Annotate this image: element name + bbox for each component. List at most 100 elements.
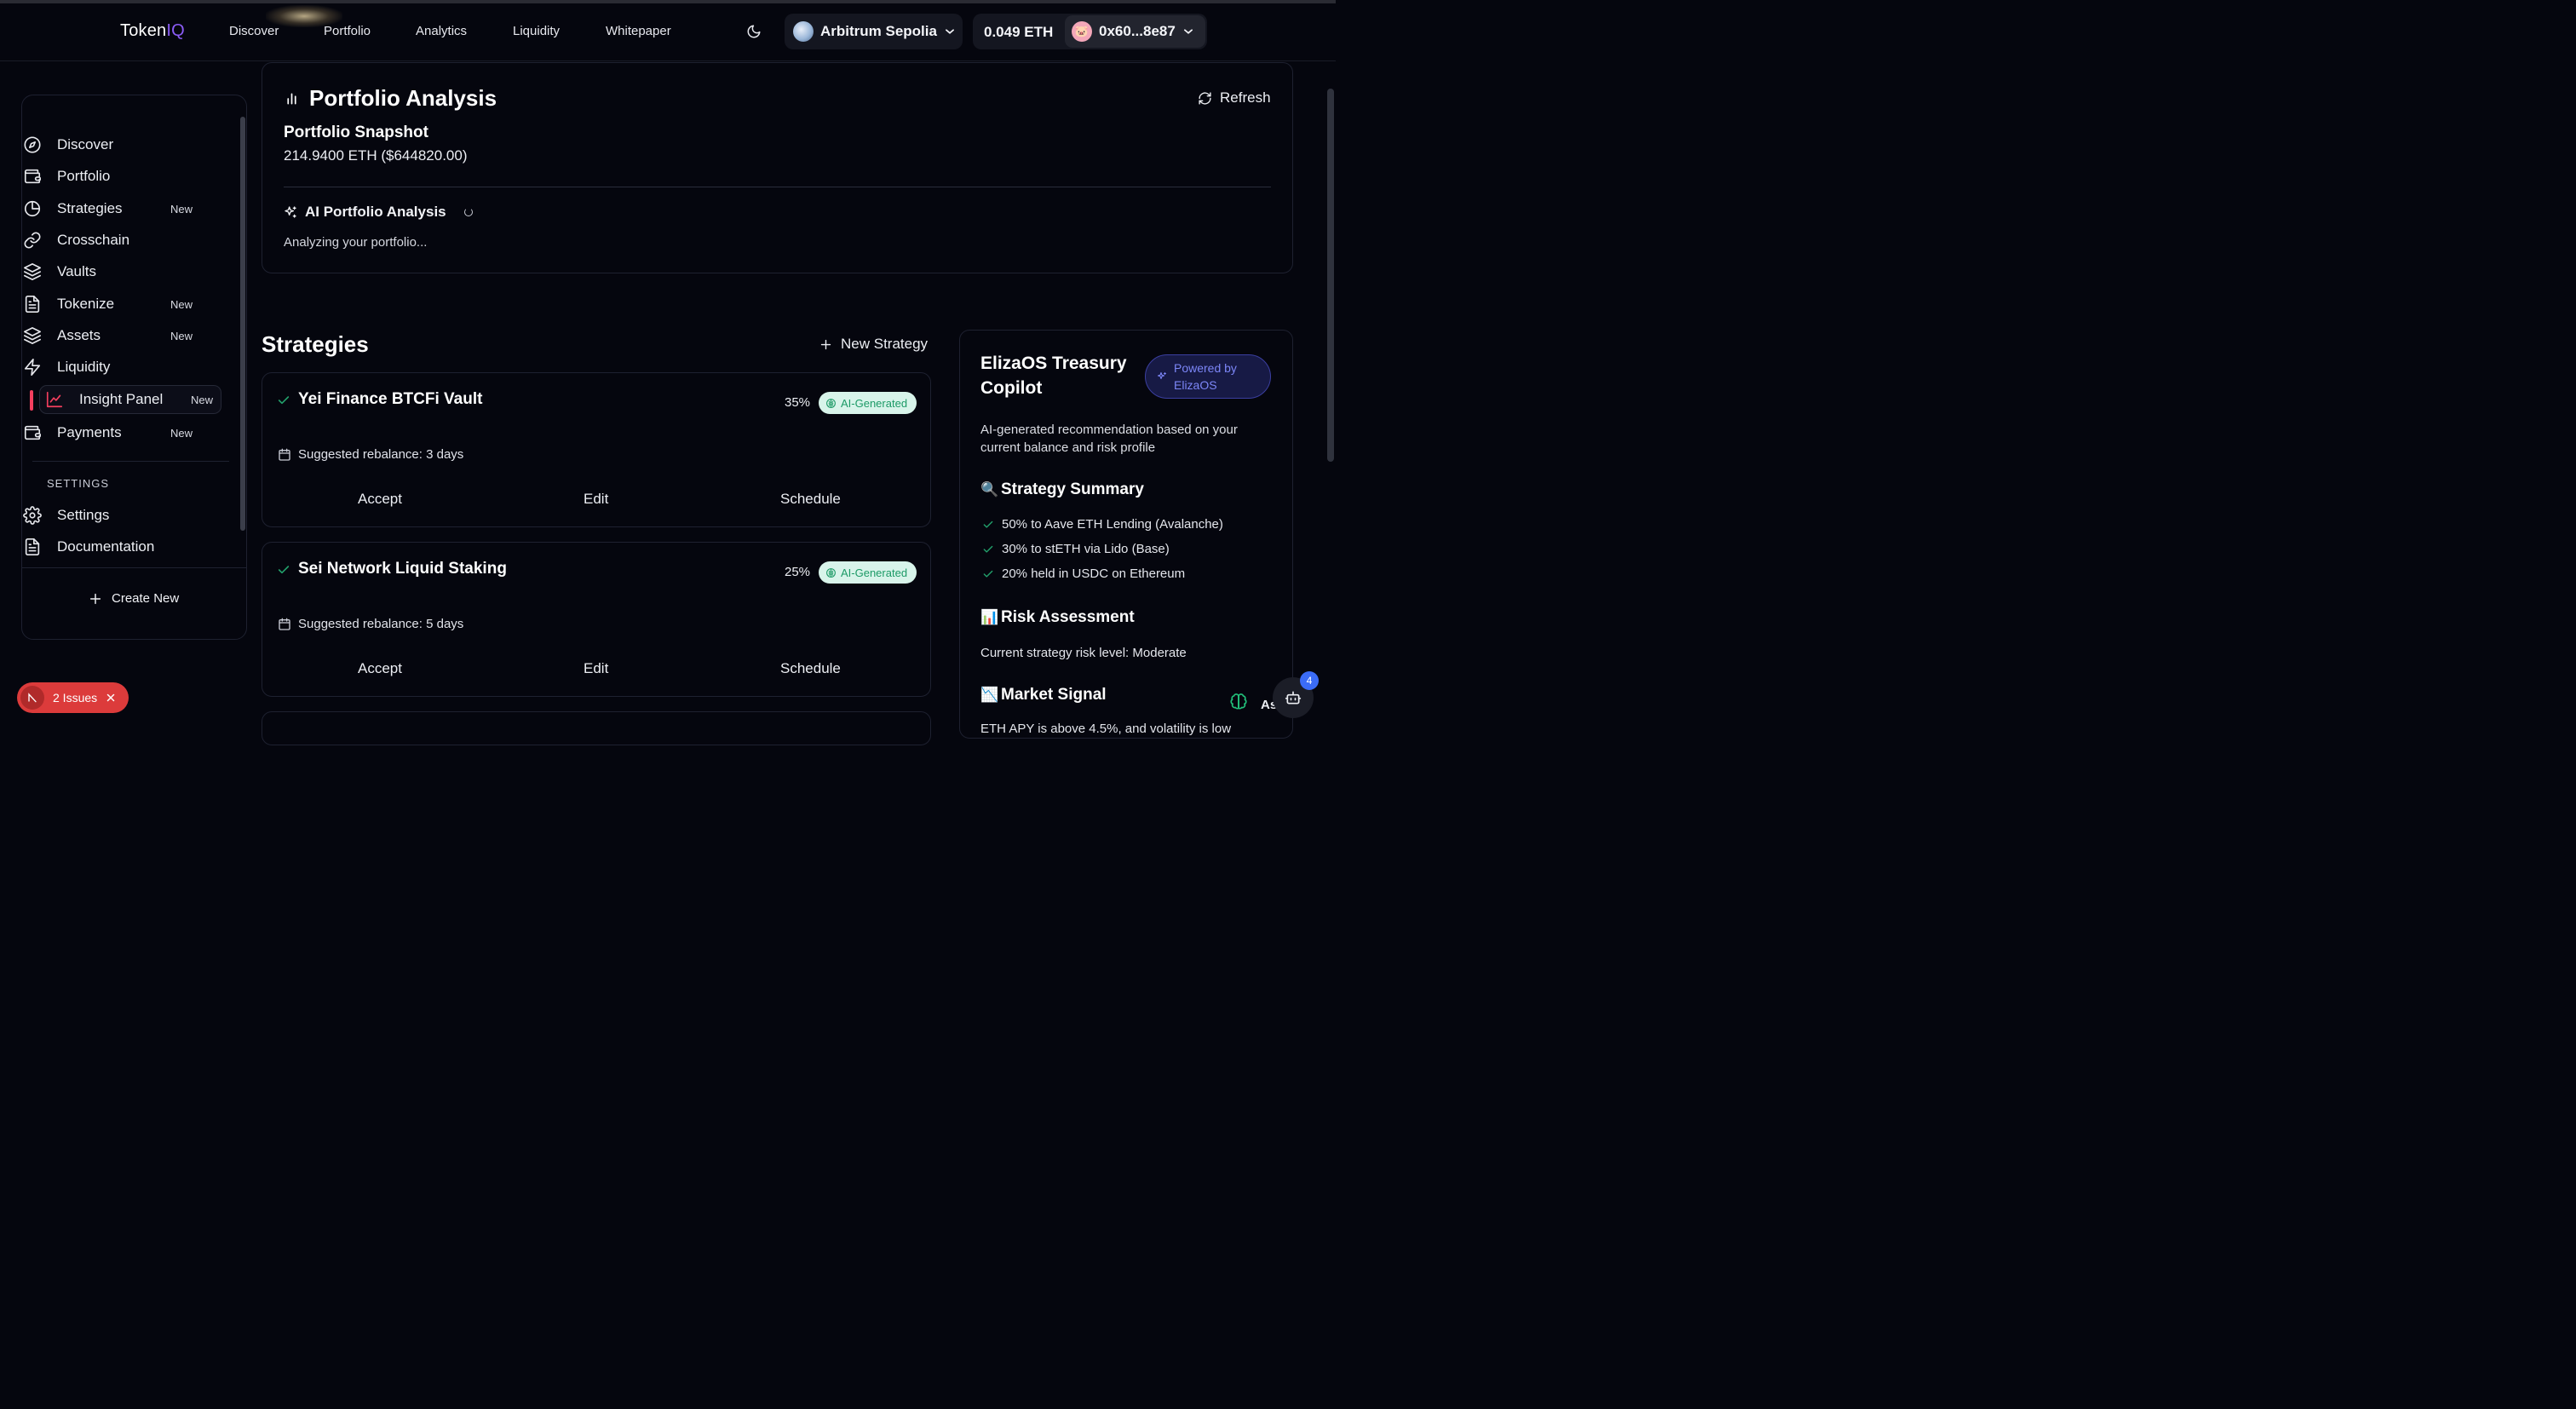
nextjs-logo-icon xyxy=(20,686,44,710)
snapshot-title: Portfolio Snapshot xyxy=(284,124,428,141)
logo-suffix: IQ xyxy=(166,21,185,40)
summary-item-text: 50% to Aave ETH Lending (Avalanche) xyxy=(1002,517,1223,532)
nav-link-portfolio[interactable]: Portfolio xyxy=(324,24,371,38)
account-button[interactable]: 🐷 0x60...8e87 xyxy=(1065,15,1205,48)
new-badge: New xyxy=(170,426,193,440)
issues-badge[interactable]: 2 Issues xyxy=(17,682,129,713)
check-icon xyxy=(983,520,993,528)
copilot-description: AI-generated recommendation based on you… xyxy=(980,423,1238,455)
accept-button[interactable]: Accept xyxy=(358,491,402,508)
refresh-button[interactable]: Refresh xyxy=(1198,89,1271,106)
edit-button[interactable]: Edit xyxy=(584,660,608,677)
wallet-pill: 0.049 ETH 🐷 0x60...8e87 xyxy=(973,14,1207,49)
line-chart-icon xyxy=(46,391,63,408)
active-indicator xyxy=(30,390,33,411)
strategy-name: Yei Finance BTCFi Vault xyxy=(298,390,483,408)
powered-by-label: Powered by ElizaOS xyxy=(1174,361,1237,392)
bot-icon xyxy=(1285,691,1302,704)
check-icon xyxy=(983,545,993,553)
sidebar-item-tokenize[interactable]: Tokenize New xyxy=(19,290,200,319)
nav-link-analytics[interactable]: Analytics xyxy=(416,24,467,38)
sparkles-icon xyxy=(285,206,296,218)
market-signal-title: Market Signal xyxy=(1001,686,1107,704)
summary-item-text: 20% held in USDC on Ethereum xyxy=(1002,566,1186,581)
sidebar-item-assets[interactable]: Assets New xyxy=(19,321,200,350)
sidebar-item-documentation[interactable]: Documentation xyxy=(19,532,200,561)
ai-analysis-title: AI Portfolio Analysis xyxy=(305,204,446,220)
sidebar-item-label: Discover xyxy=(57,136,114,152)
summary-item-text: 30% to stETH via Lido (Base) xyxy=(1002,542,1170,556)
strategy-percent: 25% xyxy=(785,565,811,579)
accept-button[interactable]: Accept xyxy=(358,660,402,677)
sidebar-item-strategies[interactable]: Strategies New xyxy=(19,194,200,223)
ai-generated-badge: AI-Generated xyxy=(819,561,917,584)
chain-selector[interactable]: Arbitrum Sepolia xyxy=(785,14,963,49)
sidebar-item-label: Crosschain xyxy=(57,232,130,248)
market-signal-text: ETH APY is above 4.5%, and volatility is… xyxy=(980,722,1232,736)
create-new-label: Create New xyxy=(112,591,180,606)
sidebar-item-portfolio[interactable]: Portfolio xyxy=(19,162,200,191)
portfolio-analysis-header: Portfolio Analysis xyxy=(285,85,497,112)
sidebar-item-discover[interactable]: Discover xyxy=(19,130,200,159)
wallet-balance: 0.049 ETH xyxy=(984,24,1054,40)
strategy-card: Yei Finance BTCFi Vault 35% AI-Generated… xyxy=(262,372,931,527)
layers-icon xyxy=(24,327,41,344)
wallet-icon xyxy=(24,169,41,184)
new-strategy-button[interactable]: New Strategy xyxy=(819,336,928,353)
loading-spinner-icon xyxy=(463,208,473,216)
account-address: 0x60...8e87 xyxy=(1099,23,1176,39)
sidebar-item-label: Portfolio xyxy=(57,168,111,184)
strategy-percent: 35% xyxy=(785,395,811,410)
file-text-icon xyxy=(25,538,40,555)
strategy-card xyxy=(262,711,931,745)
sparkles-icon xyxy=(1157,371,1167,380)
sidebar-item-insight-panel[interactable]: Insight Panel New xyxy=(39,385,221,414)
ai-generated-label: AI-Generated xyxy=(841,396,908,410)
strategies-heading: Strategies xyxy=(262,331,369,357)
nav-link-liquidity[interactable]: Liquidity xyxy=(513,24,560,38)
create-new-button[interactable]: Create New xyxy=(89,591,179,606)
new-badge: New xyxy=(190,393,213,406)
chain-logo-icon xyxy=(793,21,814,42)
account-avatar: 🐷 xyxy=(1072,21,1092,42)
risk-assessment-heading: 📊 Risk Assessment xyxy=(980,608,1135,627)
issues-label: 2 Issues xyxy=(53,691,98,704)
sidebar-item-vaults[interactable]: Vaults xyxy=(19,257,200,286)
app-logo[interactable]: Token IQ xyxy=(120,21,185,41)
sidebar-item-label: Settings xyxy=(57,507,110,523)
nav-link-whitepaper[interactable]: Whitepaper xyxy=(606,24,671,38)
powered-by-badge[interactable]: Powered by ElizaOS xyxy=(1145,354,1271,399)
sidebar-item-label: Insight Panel xyxy=(79,391,164,407)
schedule-button[interactable]: Schedule xyxy=(780,660,841,677)
check-icon xyxy=(278,396,290,405)
moon-icon[interactable] xyxy=(746,24,762,39)
edit-button[interactable]: Edit xyxy=(584,491,608,508)
list-item: 20% held in USDC on Ethereum xyxy=(982,566,1185,581)
gear-icon xyxy=(23,506,42,525)
brain-icon xyxy=(826,398,836,408)
new-strategy-label: New Strategy xyxy=(841,336,929,352)
page-title: Portfolio Analysis xyxy=(309,85,497,111)
sidebar-item-label: Strategies xyxy=(57,200,123,216)
risk-assessment-title: Risk Assessment xyxy=(1001,608,1135,626)
sidebar-item-liquidity[interactable]: Liquidity xyxy=(19,353,200,382)
file-text-icon xyxy=(25,296,40,313)
risk-assessment-text: Current strategy risk level: Moderate xyxy=(980,646,1187,660)
page-scrollbar[interactable] xyxy=(1327,89,1334,462)
sidebar-item-crosschain[interactable]: Crosschain xyxy=(19,226,200,255)
snapshot-value: 214.9400 ETH ($644820.00) xyxy=(284,147,468,164)
chain-name: Arbitrum Sepolia xyxy=(820,23,937,39)
sidebar-scrollbar[interactable] xyxy=(240,117,245,531)
schedule-button[interactable]: Schedule xyxy=(780,491,841,508)
strategy-summary-heading: 🔍 Strategy Summary xyxy=(980,480,1144,499)
sidebar-item-settings[interactable]: Settings xyxy=(19,501,200,530)
sidebar-divider xyxy=(32,461,229,462)
close-icon[interactable] xyxy=(106,693,116,703)
bar-chart-emoji-icon: 📊 xyxy=(980,609,999,625)
check-icon xyxy=(983,570,993,578)
nav-link-discover[interactable]: Discover xyxy=(229,24,279,38)
wallet-icon xyxy=(24,425,41,440)
rebalance-text: Suggested rebalance: 5 days xyxy=(298,617,464,631)
ai-generated-badge: AI-Generated xyxy=(819,392,917,414)
sidebar-item-payments[interactable]: Payments New xyxy=(19,418,200,447)
